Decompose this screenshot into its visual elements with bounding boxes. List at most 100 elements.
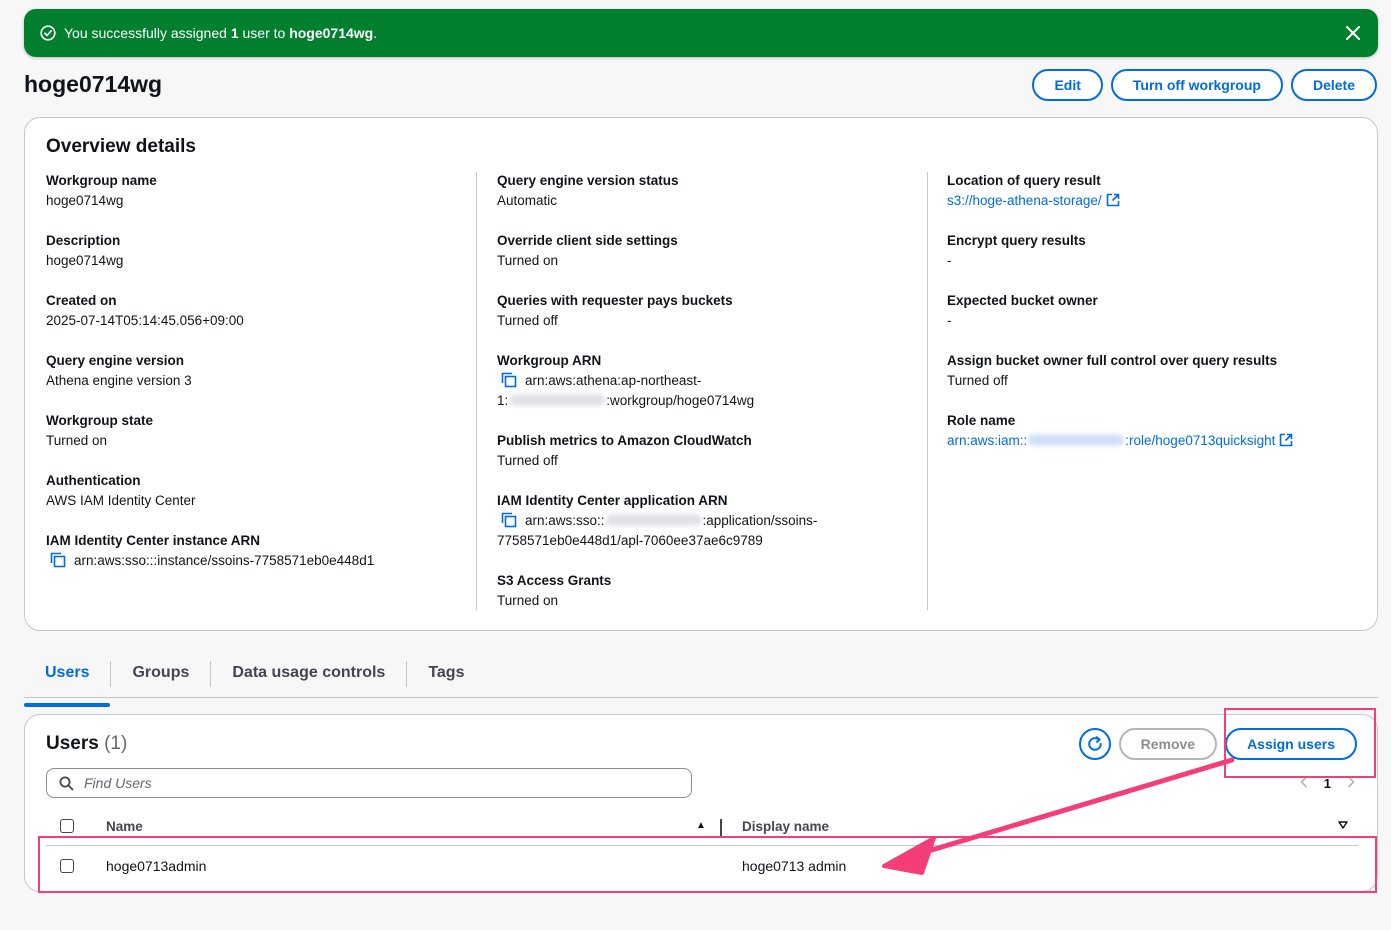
arn-text: 1:: [497, 393, 509, 408]
copy-icon[interactable]: [501, 512, 517, 528]
flash-message: You successfully assigned 1 user to hoge…: [64, 25, 378, 41]
field-authentication: Authentication AWS IAM Identity Center: [46, 471, 476, 531]
close-icon[interactable]: [1342, 22, 1364, 44]
users-actions: Remove Assign users: [1078, 728, 1357, 760]
field-s3-access-grants: S3 Access Grants Turned on: [497, 571, 927, 631]
field-label: Created on: [46, 293, 117, 308]
column-divider: [476, 172, 477, 610]
overview-column-2: Query engine version status Automatic Ov…: [497, 171, 927, 631]
field-label: Description: [46, 233, 121, 248]
field-expected-bucket-owner: Expected bucket owner -: [947, 291, 1367, 351]
field-value: Turned off: [497, 453, 558, 468]
tab-users[interactable]: Users: [24, 652, 111, 707]
query-result-location-link[interactable]: s3://hoge-athena-storage/: [947, 193, 1102, 208]
row-checkbox[interactable]: [60, 859, 74, 873]
arn-text: arn:aws:athena:ap-northeast-: [525, 373, 702, 388]
arn-text: :workgroup/hoge0714wg: [606, 393, 755, 408]
field-description: Description hoge0714wg: [46, 231, 476, 291]
external-link-icon[interactable]: [1279, 433, 1293, 447]
column-header-name[interactable]: Name: [106, 819, 143, 834]
field-value: arn:aws:sso:::instance/ssoins-7758571eb0…: [46, 551, 476, 571]
edit-button[interactable]: Edit: [1032, 69, 1103, 101]
field-value: Athena engine version 3: [46, 373, 192, 388]
field-workgroup-arn: Workgroup ARN arn:aws:athena:ap-northeas…: [497, 351, 927, 431]
chevron-right-icon[interactable]: [1347, 775, 1355, 791]
external-link-icon[interactable]: [1106, 193, 1120, 207]
field-value: Turned on: [497, 253, 559, 268]
tab-tags[interactable]: Tags: [407, 652, 485, 696]
overview-column-3: Location of query result s3://hoge-athen…: [947, 171, 1367, 471]
field-idc-instance-arn: IAM Identity Center instance ARN arn:aws…: [46, 531, 476, 591]
search-icon: [59, 776, 74, 791]
refresh-button[interactable]: [1078, 728, 1111, 760]
field-label: Role name: [947, 413, 1016, 428]
column-header-display-name[interactable]: Display name: [742, 819, 829, 834]
delete-button[interactable]: Delete: [1290, 69, 1377, 101]
field-requester-pays: Queries with requester pays buckets Turn…: [497, 291, 927, 351]
field-value: arn:aws:sso:::application/ssoins- 775857…: [497, 511, 927, 551]
table-row[interactable]: hoge0713admin hoge0713 admin: [46, 846, 1358, 886]
cell-name: hoge0713admin: [106, 858, 207, 874]
users-title: Users (1): [46, 733, 128, 754]
redacted-account-id: [605, 514, 702, 526]
role-name-link[interactable]: arn:aws:iam:::role/hoge0713quicksight: [947, 433, 1275, 448]
field-label: Query engine version: [46, 353, 185, 368]
find-users-input[interactable]: [82, 774, 691, 792]
field-role-name: Role name arn:aws:iam:::role/hoge0713qui…: [947, 411, 1367, 471]
field-label: Workgroup ARN: [497, 353, 602, 368]
copy-icon[interactable]: [501, 372, 517, 388]
turn-off-workgroup-button[interactable]: Turn off workgroup: [1110, 69, 1283, 101]
overview-column-1: Workgroup name hoge0714wg Description ho…: [46, 171, 476, 591]
field-value: -: [947, 313, 952, 328]
field-value: s3://hoge-athena-storage/: [947, 191, 1367, 211]
field-label: IAM Identity Center instance ARN: [46, 533, 261, 548]
arn-text: :application/ssoins-: [702, 513, 818, 528]
field-bucket-owner-full-control: Assign bucket owner full control over qu…: [947, 351, 1367, 411]
field-value: AWS IAM Identity Center: [46, 493, 196, 508]
redacted-account-id: [509, 394, 606, 406]
field-encrypt-query-results: Encrypt query results -: [947, 231, 1367, 291]
chevron-left-icon[interactable]: [1300, 775, 1308, 791]
field-value: Turned off: [947, 373, 1008, 388]
field-label: Workgroup state: [46, 413, 154, 428]
column-divider: [927, 172, 928, 610]
field-label: S3 Access Grants: [497, 573, 612, 588]
sort-descending-icon[interactable]: [1338, 821, 1348, 832]
field-override-client-settings: Override client side settings Turned on: [497, 231, 927, 291]
field-value: Turned on: [497, 593, 559, 608]
field-label: Assign bucket owner full control over qu…: [947, 353, 1278, 368]
field-query-engine-version: Query engine version Athena engine versi…: [46, 351, 476, 411]
success-check-icon: [40, 25, 56, 41]
copy-icon[interactable]: [50, 552, 66, 568]
field-value: Turned on: [46, 433, 108, 448]
field-value: Automatic: [497, 193, 558, 208]
field-label: Publish metrics to Amazon CloudWatch: [497, 433, 752, 448]
arn-text: arn:aws:sso:::instance/ssoins-7758571eb0…: [74, 553, 375, 568]
refresh-icon: [1086, 735, 1104, 753]
field-value: 2025-07-14T05:14:45.056+09:00: [46, 313, 244, 328]
header-actions: Edit Turn off workgroup Delete: [1032, 69, 1377, 101]
field-value: hoge0714wg: [46, 253, 124, 268]
users-card: Users (1) Remove Assign users 1 Name ▲ D…: [24, 714, 1378, 892]
field-value: -: [947, 253, 952, 268]
page-title: hoge0714wg: [24, 71, 163, 97]
field-label: Location of query result: [947, 173, 1101, 188]
field-workgroup-name: Workgroup name hoge0714wg: [46, 171, 476, 231]
assign-users-button[interactable]: Assign users: [1225, 728, 1357, 760]
role-link-text: :role/hoge0713quicksight: [1125, 433, 1276, 448]
tab-data-usage-controls[interactable]: Data usage controls: [211, 652, 406, 696]
tab-groups[interactable]: Groups: [111, 652, 210, 696]
select-all-checkbox[interactable]: [60, 819, 74, 833]
field-engine-version-status: Query engine version status Automatic: [497, 171, 927, 231]
remove-button[interactable]: Remove: [1118, 728, 1218, 760]
sort-ascending-icon[interactable]: ▲: [696, 820, 706, 831]
page-number[interactable]: 1: [1324, 776, 1331, 791]
field-label: Encrypt query results: [947, 233, 1086, 248]
overview-details-card: Overview details Workgroup name hoge0714…: [24, 117, 1378, 631]
field-value: hoge0714wg: [46, 193, 124, 208]
field-value: arn:aws:iam:::role/hoge0713quicksight: [947, 431, 1367, 451]
field-workgroup-state: Workgroup state Turned on: [46, 411, 476, 471]
success-flash-banner: You successfully assigned 1 user to hoge…: [24, 9, 1378, 57]
column-resizer[interactable]: [720, 819, 722, 837]
field-created-on: Created on 2025-07-14T05:14:45.056+09:00: [46, 291, 476, 351]
